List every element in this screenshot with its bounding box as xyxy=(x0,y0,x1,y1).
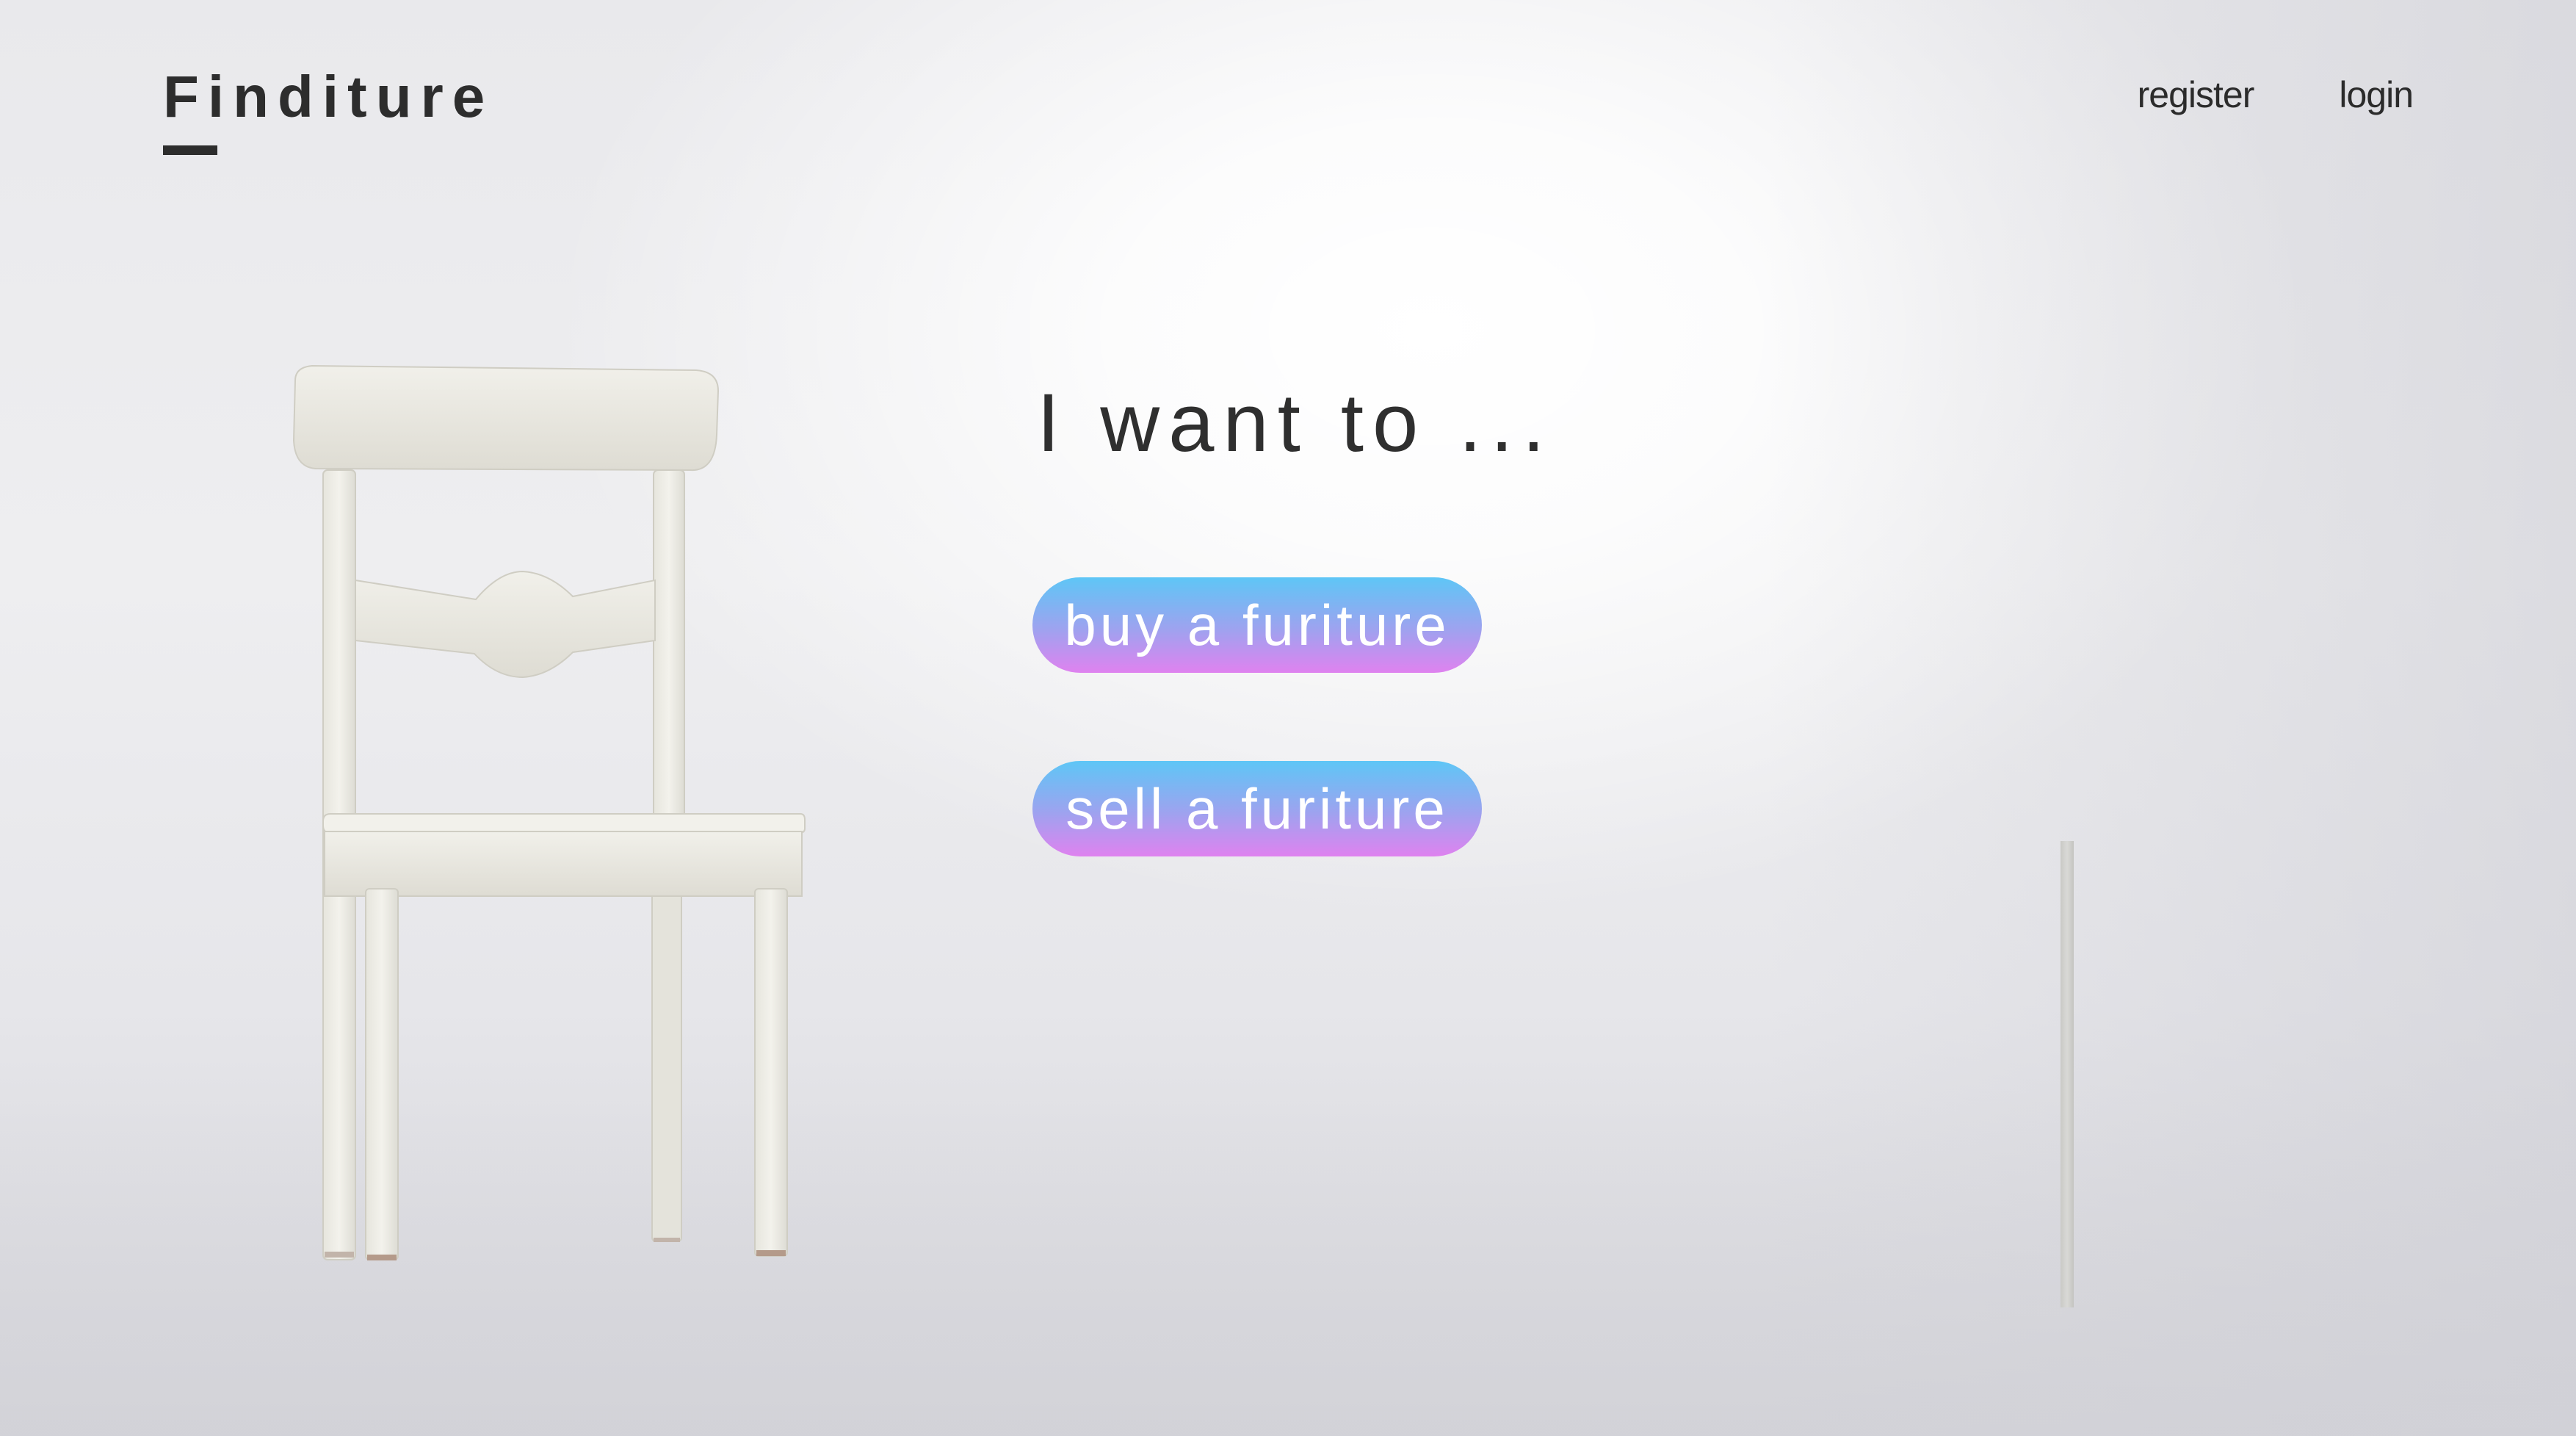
buy-furniture-button[interactable]: buy a furiture xyxy=(1032,577,1482,673)
hero-headline: I want to ... xyxy=(1037,377,1554,469)
buy-furniture-label: buy a furiture xyxy=(1064,593,1450,657)
top-nav: register login xyxy=(2138,76,2414,113)
register-link[interactable]: register xyxy=(2138,76,2255,113)
background-shade-right xyxy=(1768,0,2576,1436)
chair-image xyxy=(292,364,806,1260)
brand-logo[interactable]: Finditure xyxy=(163,68,493,126)
sell-furniture-label: sell a furiture xyxy=(1066,776,1449,841)
logo-underline xyxy=(163,145,217,155)
pole-image xyxy=(2061,841,2074,1307)
login-link[interactable]: login xyxy=(2339,76,2414,113)
sell-furniture-button[interactable]: sell a furiture xyxy=(1032,761,1482,856)
